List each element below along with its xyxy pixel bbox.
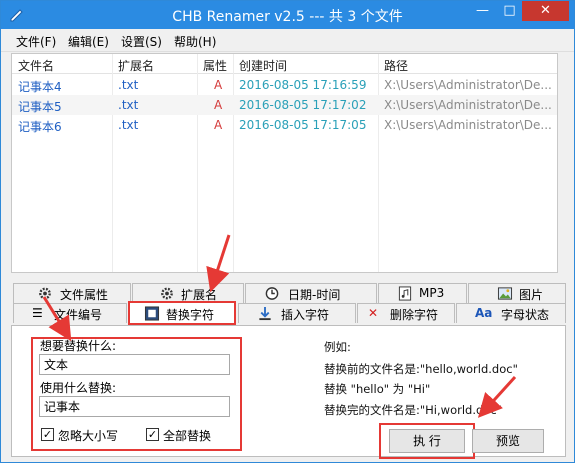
delete-x-icon: ✕ [368,306,379,320]
tab-label: 文件编号 [54,308,103,322]
menu-bar: 文件(F) 编辑(E) 设置(S) 帮助(H) [1,29,574,52]
tab-image[interactable]: 图片 [468,283,566,303]
music-file-icon [398,286,412,301]
cell-attribute: A [214,78,223,92]
col-attribute[interactable]: 属性 [203,57,227,74]
cell-path: X:\Users\Administrator\De... [384,98,552,112]
col-filename[interactable]: 文件名 [18,57,54,74]
cell-filename: 记事本6 [18,120,62,134]
preview-button[interactable]: 预览 [472,429,544,453]
col-path[interactable]: 路径 [384,57,408,74]
tab-label: 替换字符 [166,308,215,322]
menu-file[interactable]: 文件(F) [16,33,56,50]
menu-help[interactable]: 帮助(H) [174,33,216,50]
tab-letter-case[interactable]: Aa 字母状态 [456,303,566,323]
cell-extension: .txt [118,78,139,92]
tab-label: MP3 [419,286,445,300]
tab-label: 日期-时间 [288,288,341,302]
tab-label: 插入字符 [281,308,330,322]
tab-mp3[interactable]: MP3 [378,283,467,303]
cell-created: 2016-08-05 17:17:05 [239,118,367,132]
execute-button[interactable]: 执 行 [389,429,465,453]
replace-all-label: 全部替换 [163,429,212,443]
replace-label: 使用什么替换: [40,381,117,395]
example-line-after: 替换完的文件名是:"Hi,world.doc" [324,403,502,417]
col-extension[interactable]: 扩展名 [118,57,154,74]
find-input[interactable] [39,354,230,375]
replace-all-checkbox[interactable]: ✓ [146,428,159,441]
table-row[interactable]: 记事本6 .txt A 2016-08-05 17:17:05 X:\Users… [12,115,557,135]
list-header: 文件名 扩展名 属性 创建时间 路径 [12,54,557,74]
cell-filename: 记事本4 [18,80,62,94]
app-window: CHB Renamer v2.5 --- 共 3 个文件 — □ ✕ 文件(F)… [0,0,575,463]
tab-date-time[interactable]: 日期-时间 [245,283,377,303]
tab-label: 删除字符 [390,308,439,322]
tab-file-attributes[interactable]: 文件属性 [13,283,131,303]
table-row[interactable]: 记事本5 .txt A 2016-08-05 17:17:02 X:\Users… [12,95,557,115]
cell-path: X:\Users\Administrator\De... [384,78,552,92]
maximize-button[interactable]: □ [496,1,523,21]
close-button[interactable]: ✕ [522,1,569,21]
cell-attribute: A [214,118,223,132]
image-icon [497,287,513,300]
font-aa-icon: Aa [475,306,493,320]
gear-icon [161,287,173,300]
col-created[interactable]: 创建时间 [239,57,287,74]
example-title: 例如: [324,340,351,354]
example-line-replace: 替换 "hello" 为 "Hi" [324,382,431,396]
clock-icon [265,287,279,300]
title-bar: CHB Renamer v2.5 --- 共 3 个文件 — □ ✕ [1,1,574,29]
tab-label: 文件属性 [60,288,109,302]
cell-extension: .txt [118,118,139,132]
example-line-before: 替换前的文件名是:"hello,world.doc" [324,362,518,376]
cell-extension: .txt [118,98,139,112]
replace-icon [144,306,160,321]
tab-label: 图片 [519,288,544,302]
tab-insert-chars[interactable]: 插入字符 [238,303,356,323]
tab-replace-chars[interactable]: 替换字符 [128,301,236,325]
replace-input[interactable] [39,396,230,417]
find-label: 想要替换什么: [40,339,117,353]
tab-file-number[interactable]: ☰ 文件编号 [13,303,127,323]
minimize-button[interactable]: — [469,1,496,21]
cell-attribute: A [214,98,223,112]
cell-created: 2016-08-05 17:17:02 [239,98,367,112]
table-row[interactable]: 记事本4 .txt A 2016-08-05 17:16:59 X:\Users… [12,75,557,95]
file-list[interactable]: 文件名 扩展名 属性 创建时间 路径 记事本4 .txt A 2016-08-0… [11,53,558,273]
cell-path: X:\Users\Administrator\De... [384,118,552,132]
tab-extension[interactable]: 扩展名 [132,283,244,303]
menu-edit[interactable]: 编辑(E) [68,33,109,50]
menu-settings[interactable]: 设置(S) [121,33,162,50]
cell-filename: 记事本5 [18,100,62,114]
tab-delete-chars[interactable]: ✕ 删除字符 [357,303,455,323]
list-number-icon: ☰ [32,306,43,320]
cell-created: 2016-08-05 17:16:59 [239,78,367,92]
ignore-case-label: 忽略大小写 [58,429,119,443]
insert-arrow-icon [259,306,271,321]
tab-label: 字母状态 [501,308,550,322]
gear-icon [39,287,51,300]
ignore-case-checkbox[interactable]: ✓ [41,428,54,441]
